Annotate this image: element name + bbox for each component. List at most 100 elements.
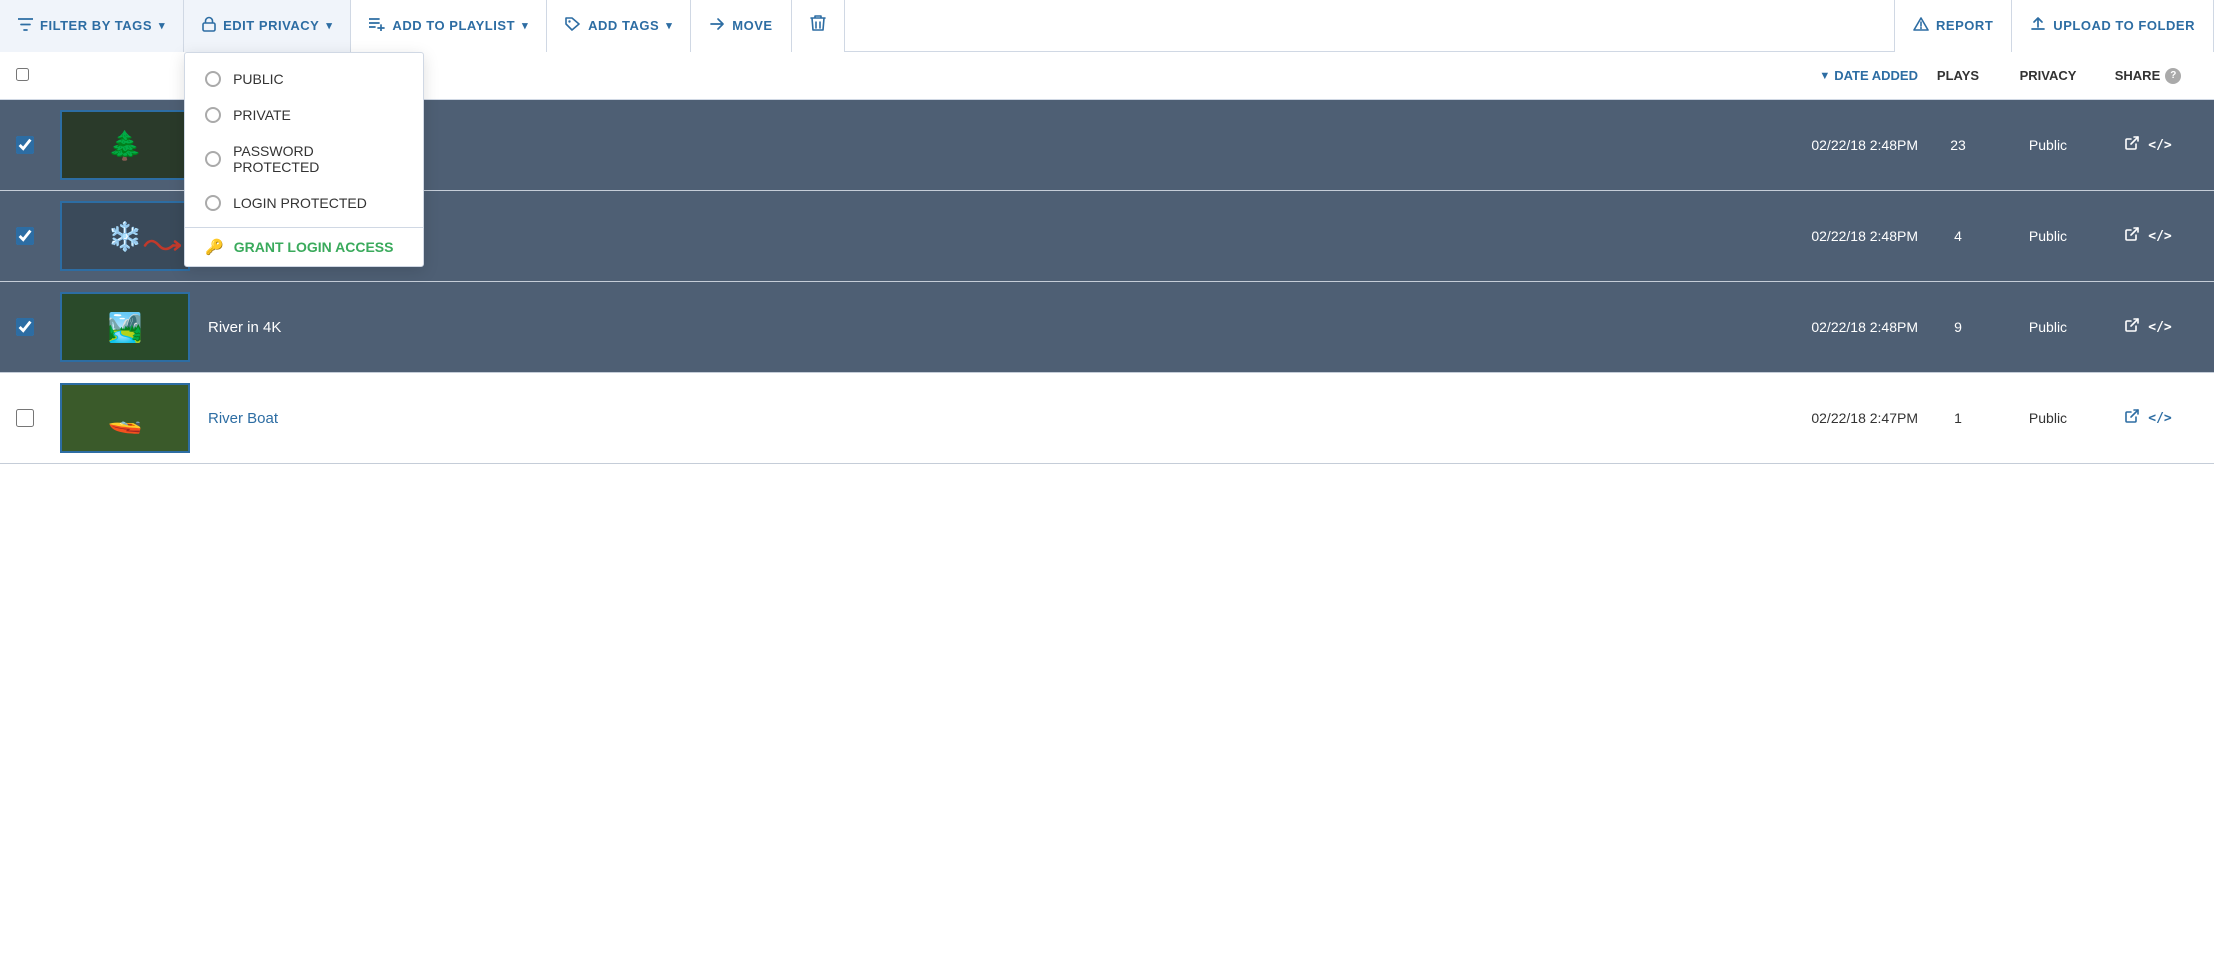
select-all-checkbox[interactable] [16, 68, 29, 81]
grant-login-access-item[interactable]: 🔑 GRANT LOGIN ACCESS [185, 228, 423, 266]
row-checkbox[interactable] [16, 136, 34, 154]
move-label: MOVE [732, 18, 772, 33]
share-external-icon[interactable] [2124, 408, 2140, 429]
privacy-option-login-protected[interactable]: LOGIN PROTECTED [185, 185, 423, 221]
key-icon: 🔑 [205, 238, 224, 256]
chevron-down-icon-playlist: ▾ [522, 19, 528, 32]
table-row: 🚤 River Boat 02/22/18 2:47PM 1 Public </… [0, 373, 2214, 464]
video-title: River in 4K [208, 319, 1748, 336]
privacy-option-public[interactable]: PUBLIC [185, 61, 423, 97]
public-label: PUBLIC [233, 71, 284, 87]
header-privacy: PRIVACY [1998, 68, 2098, 83]
report-button[interactable]: REPORT [1895, 0, 2012, 52]
video-plays: 4 [1918, 228, 1998, 244]
row-checkbox[interactable] [16, 318, 34, 336]
grant-login-access-label: GRANT LOGIN ACCESS [234, 239, 394, 255]
edit-privacy-label: EDIT PRIVACY [223, 18, 319, 33]
video-share-actions: </> [2098, 408, 2198, 429]
filter-by-tags-label: FILTER BY TAGS [40, 18, 152, 33]
share-external-icon[interactable] [2124, 135, 2140, 156]
video-thumbnail: 🚤 [60, 383, 190, 453]
filter-by-tags-button[interactable]: FILTER BY TAGS ▾ [0, 0, 184, 52]
playlist-icon [369, 18, 385, 34]
video-plays: 1 [1918, 410, 1998, 426]
header-date-added[interactable]: ▼ DATE ADDED [1748, 68, 1918, 83]
share-external-icon[interactable] [2124, 317, 2140, 338]
share-label: SHARE [2115, 68, 2161, 83]
video-plays: 23 [1918, 137, 1998, 153]
chevron-down-icon: ▾ [159, 19, 165, 32]
header-plays: PLAYS [1918, 68, 1998, 83]
embed-code-icon[interactable]: </> [2148, 320, 2171, 335]
video-share-actions: </> [2098, 135, 2198, 156]
video-share-actions: </> [2098, 317, 2198, 338]
row-checkbox-cell [16, 227, 60, 245]
header-share: SHARE ? [2098, 68, 2198, 84]
header-checkbox-cell [16, 68, 60, 84]
add-to-playlist-label: ADD TO PLAYLIST [392, 18, 515, 33]
password-protected-label: PASSWORD PROTECTED [233, 143, 403, 175]
video-date: 02/22/18 2:48PM [1748, 228, 1918, 244]
embed-code-icon[interactable]: </> [2148, 411, 2171, 426]
plays-label: PLAYS [1937, 68, 1979, 83]
row-checkbox-cell [16, 409, 60, 427]
video-plays: 9 [1918, 319, 1998, 335]
add-tags-button[interactable]: ADD TAGS ▾ [547, 0, 691, 52]
sort-down-icon: ▼ [1819, 70, 1830, 82]
radio-public [205, 71, 221, 87]
delete-button[interactable] [792, 0, 845, 52]
video-title[interactable]: River Boat [208, 410, 1748, 427]
edit-privacy-button[interactable]: EDIT PRIVACY ▾ [184, 0, 351, 52]
video-share-actions: </> [2098, 226, 2198, 247]
video-privacy: Public [1998, 228, 2098, 244]
edit-privacy-dropdown-container: EDIT PRIVACY ▾ PUBLIC PRIVATE PASSWORD P… [184, 0, 351, 52]
toolbar-right: REPORT UPLOAD TO FOLDER [1894, 0, 2214, 52]
table-row: 🏞️ River in 4K 02/22/18 2:48PM 9 Public … [0, 282, 2214, 373]
login-protected-label: LOGIN PROTECTED [233, 195, 367, 211]
chevron-down-icon-privacy: ▾ [326, 19, 332, 32]
report-icon [1913, 17, 1929, 34]
filter-icon [18, 18, 33, 34]
add-tags-label: ADD TAGS [588, 18, 659, 33]
move-button[interactable]: MOVE [691, 0, 791, 52]
privacy-option-private[interactable]: PRIVATE [185, 97, 423, 133]
privacy-option-password-protected[interactable]: PASSWORD PROTECTED [185, 133, 423, 185]
date-added-label: DATE ADDED [1834, 68, 1918, 83]
trash-icon [810, 14, 826, 37]
privacy-label: PRIVACY [2020, 68, 2077, 83]
radio-password-protected [205, 151, 221, 167]
toolbar-left: FILTER BY TAGS ▾ EDIT PRIVACY ▾ PUBLI [0, 0, 1894, 52]
row-checkbox-cell [16, 318, 60, 336]
private-label: PRIVATE [233, 107, 291, 123]
row-checkbox[interactable] [16, 409, 34, 427]
video-date: 02/22/18 2:48PM [1748, 137, 1918, 153]
toolbar: FILTER BY TAGS ▾ EDIT PRIVACY ▾ PUBLI [0, 0, 2214, 52]
upload-icon [2030, 16, 2046, 35]
video-date: 02/22/18 2:48PM [1748, 319, 1918, 335]
edit-privacy-menu: PUBLIC PRIVATE PASSWORD PROTECTED LOGIN … [184, 52, 424, 267]
chevron-down-icon-tags: ▾ [666, 19, 672, 32]
report-label: REPORT [1936, 18, 1993, 33]
move-icon [709, 17, 725, 34]
video-privacy: Public [1998, 319, 2098, 335]
upload-to-folder-label: UPLOAD TO FOLDER [2053, 18, 2195, 33]
video-date: 02/22/18 2:47PM [1748, 410, 1918, 426]
lock-icon [202, 16, 216, 35]
row-checkbox[interactable] [16, 227, 34, 245]
share-external-icon[interactable] [2124, 226, 2140, 247]
embed-code-icon[interactable]: </> [2148, 138, 2171, 153]
upload-to-folder-button[interactable]: UPLOAD TO FOLDER [2012, 0, 2214, 52]
radio-private [205, 107, 221, 123]
red-arrow-indicator [143, 234, 181, 259]
video-title: Snowy Forest [208, 228, 1748, 245]
radio-login-protected [205, 195, 221, 211]
video-thumbnail: 🏞️ [60, 292, 190, 362]
add-to-playlist-button[interactable]: ADD TO PLAYLIST ▾ [351, 0, 547, 52]
row-checkbox-cell [16, 136, 60, 154]
embed-code-icon[interactable]: </> [2148, 229, 2171, 244]
video-privacy: Public [1998, 410, 2098, 426]
video-thumbnail: 🌲 [60, 110, 190, 180]
tag-icon [565, 17, 581, 34]
video-privacy: Public [1998, 137, 2098, 153]
share-help-icon[interactable]: ? [2165, 68, 2181, 84]
